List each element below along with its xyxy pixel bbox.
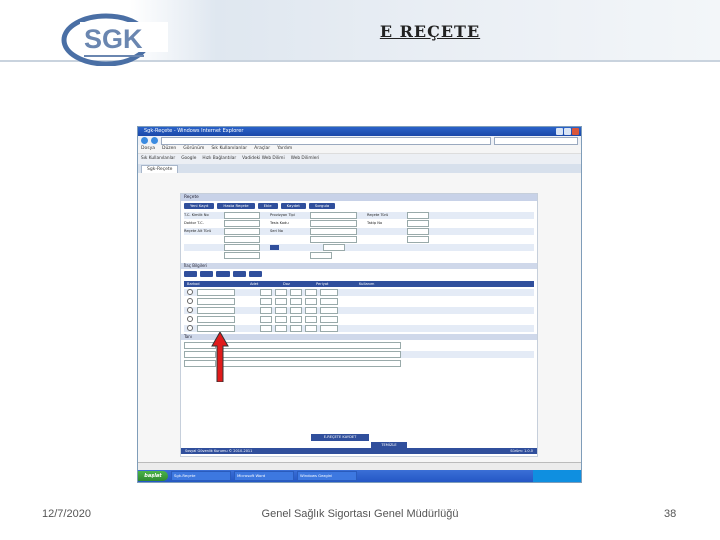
row-radio [187, 325, 193, 332]
field-label: Seri No [270, 229, 283, 234]
drug-row [184, 324, 534, 332]
url-field [161, 136, 491, 145]
forward-icon [151, 137, 158, 144]
row-radio [187, 289, 193, 296]
form-row: Reçete Alt Türü Seri No [184, 228, 534, 235]
red-arrow-icon [211, 332, 229, 382]
menu-favorites: Sık Kullanılanlar [211, 146, 248, 151]
browser-tab: Sgk-Reçete [141, 165, 179, 173]
drug-row [184, 316, 534, 324]
footer-copyright: Sosyal Güvenlik Kurumu © 2010-2011 [185, 449, 253, 453]
fav-item: Sık Kullanılanlar [141, 156, 176, 161]
drug-button [184, 271, 198, 277]
query-button: Sorgula [308, 203, 336, 209]
drug-button [248, 271, 263, 277]
col-header: Adet [250, 282, 259, 286]
patient-fields: T.C. Kimlik No Provizyon Tipi Reçete Tür… [181, 211, 537, 261]
form-row: Doktor T.C. Tesis Kodu Takip No [184, 220, 534, 227]
taskbar-item: Sgk-Reçete [171, 471, 231, 481]
drug-button-row [181, 269, 537, 279]
eprescription-form: Reçete Yeni Kayıt Hasta Reçete Ekle Kayd… [180, 193, 538, 457]
barcode-field [197, 316, 235, 323]
browser-title: Sgk-Reçete - Windows Internet Explorer [144, 128, 244, 134]
browser-titlebar: Sgk-Reçete - Windows Internet Explorer [138, 127, 581, 136]
fav-item: Hızlı Bağlantılar [202, 156, 237, 161]
field-label: Tesis Kodu [270, 221, 289, 226]
menu-edit: Düzen [161, 146, 177, 151]
new-record-button: Yeni Kayıt [184, 203, 215, 209]
start-button: başlat [138, 471, 168, 481]
form-row [184, 236, 534, 243]
menu-view: Görünüm [183, 146, 205, 151]
patient-prescription-button: Hasta Reçete [217, 203, 255, 209]
form-tag [270, 244, 280, 250]
row-radio [187, 316, 193, 323]
diagnosis-section-header: Tanı [181, 334, 537, 340]
sgk-logo: SGK [61, 13, 168, 66]
footer-version: Sürüm: 1.0.0 [510, 449, 533, 453]
logo-text: SGK [84, 24, 143, 54]
maximize-icon [564, 128, 571, 135]
drug-button [200, 271, 214, 277]
field-label: T.C. Kimlik No [184, 213, 209, 218]
menu-tools: Araçlar [254, 146, 271, 151]
form-row [184, 252, 534, 259]
drug-button [232, 271, 246, 277]
diagnosis-row [184, 342, 534, 350]
field-label: Provizyon Tipi [270, 213, 295, 218]
close-icon [572, 128, 579, 135]
row-radio [187, 307, 193, 314]
field-label: Takip No [367, 221, 383, 226]
barcode-field [197, 325, 235, 332]
diagnosis-row [184, 350, 534, 358]
col-header: Kullanım [359, 282, 375, 286]
slide-organization: Genel Sağlık Sigortası Genel Müdürlüğü [261, 508, 459, 520]
drug-table-header: Barkod Adet Doz Periyot Kullanım [184, 281, 534, 287]
barcode-field [197, 298, 235, 305]
diagnosis-row [184, 360, 534, 368]
drug-button [216, 271, 230, 277]
eprescription-save-button: E-REÇETE KAYDET [311, 434, 369, 441]
menu-bar: Dosya Düzen Görünüm Sık Kullanılanlar Ar… [138, 145, 581, 154]
barcode-field [197, 289, 235, 296]
minimize-icon [556, 128, 563, 135]
save-button: Kaydet [280, 203, 306, 209]
address-bar [138, 136, 581, 145]
windows-taskbar: başlat Sgk-Reçete Microsoft Word Windows… [138, 470, 581, 482]
add-button: Ekle [257, 203, 278, 209]
taskbar-item: Microsoft Word [234, 471, 294, 481]
favorites-bar: Sık Kullanılanlar Google Hızlı Bağlantıl… [138, 154, 581, 164]
field-label: Reçete Türü [367, 213, 389, 218]
slide-page-number: 38 [664, 508, 677, 520]
form-row: T.C. Kimlik No Provizyon Tipi Reçete Tür… [184, 212, 534, 219]
field-label: Doktor T.C. [184, 221, 204, 226]
form-footer: Sosyal Güvenlik Kurumu © 2010-2011 Sürüm… [181, 448, 537, 454]
drug-row [184, 306, 534, 314]
search-field [494, 136, 578, 145]
field-label: Reçete Alt Türü [184, 229, 212, 234]
form-button-row: Yeni Kayıt Hasta Reçete Ekle Kaydet Sorg… [181, 201, 537, 211]
col-header: Doz [283, 282, 290, 286]
page-title: E REÇETE [379, 22, 481, 41]
barcode-field [197, 307, 235, 314]
drug-row [184, 298, 534, 306]
menu-file: Dosya [141, 146, 155, 151]
row-radio [187, 298, 193, 305]
browser-window-screenshot: Sgk-Reçete - Windows Internet Explorer D… [137, 126, 582, 483]
menu-help: Yardım [277, 146, 293, 151]
drug-row [184, 288, 534, 296]
window-controls [556, 128, 579, 135]
form-header: Reçete [181, 194, 537, 201]
fav-item: Web Dilimleri [290, 156, 320, 161]
browser-tab-bar: Sgk-Reçete [138, 164, 581, 173]
browser-content: Reçete Yeni Kayıt Hasta Reçete Ekle Kayd… [138, 173, 581, 462]
col-header: Barkod [187, 282, 200, 286]
form-row [184, 244, 534, 251]
back-icon [141, 137, 148, 144]
fav-item: Google [181, 156, 197, 161]
col-header: Periyot [316, 282, 329, 286]
fav-item: Vadideki Web Dilimi [242, 156, 285, 161]
system-tray [533, 470, 581, 482]
taskbar-item: Windows Gezgini [297, 471, 357, 481]
